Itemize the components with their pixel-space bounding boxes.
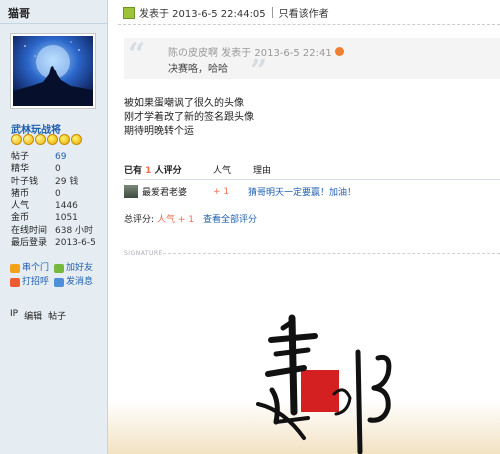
stat-value: 1446 <box>55 201 78 212</box>
signature-divider <box>163 253 500 254</box>
signature-image <box>108 262 500 454</box>
total-value: 人气 + 1 <box>157 215 195 225</box>
quote-text: 决赛咯，哈哈 <box>168 64 228 75</box>
quote-open-icon: “ <box>128 37 146 72</box>
stat-digest: 精华 0 <box>11 163 106 175</box>
post-timestamp: 发表于 2013-6-5 22:44:05 <box>139 9 266 20</box>
ip-link[interactable]: IP <box>10 309 18 322</box>
stat-label: 最后登录 <box>11 238 48 249</box>
moon-icon <box>35 134 46 145</box>
sidebar-divider <box>0 23 108 24</box>
home-icon <box>10 263 20 273</box>
stat-value: 638 小时 <box>55 225 94 236</box>
stat-value: 1051 <box>55 213 78 224</box>
post-line: 期待明晚转个运 <box>124 126 194 137</box>
stat-label: 人气 <box>11 201 30 212</box>
online-status-icon <box>123 6 135 19</box>
stat-gold: 金币 1051 <box>11 212 106 224</box>
add-friend-icon <box>54 263 64 273</box>
rating-col-reason: 理由 <box>253 166 272 176</box>
total-label: 总评分: <box>124 215 155 225</box>
add-friend-label: 加好友 <box>66 263 94 273</box>
avatar[interactable] <box>10 33 96 109</box>
rating-value: + 1 <box>213 186 230 197</box>
rater-name[interactable]: 最爱君老婆 <box>142 185 213 198</box>
stat-leaf-money: 叶子钱 29 钱 <box>11 176 106 188</box>
star-icon <box>59 134 70 145</box>
stat-label: 在线时间 <box>11 225 48 236</box>
stat-label: 帖子 <box>11 152 30 162</box>
post-content: 发表于 2013-6-5 22:44:05 只看该作者 “ ” 陈の皮皮啊 发表… <box>108 0 500 454</box>
user-stats: 帖子 69 精华 0 叶子钱 29 钱 猪币 0 人气 1446 金币 1051… <box>11 151 106 249</box>
stat-value[interactable]: 69 <box>55 151 66 163</box>
posts-link[interactable]: 帖子 <box>48 309 66 322</box>
admin-links: IP 编辑 帖子 <box>10 309 66 322</box>
stat-value: 29 钱 <box>55 176 79 187</box>
post-header: 发表于 2013-6-5 22:44:05 只看该作者 <box>123 5 329 20</box>
stat-value: 0 <box>55 164 61 175</box>
post-line: 刚才学着改了新的签名跟头像 <box>124 112 254 123</box>
quote-block: “ ” 陈の皮皮啊 发表于 2013-6-5 22:41 决赛咯，哈哈 <box>124 37 500 87</box>
stat-posts: 帖子 69 <box>11 151 106 163</box>
signature-label: SIGNATURE <box>124 250 163 257</box>
stat-label: 精华 <box>11 164 30 175</box>
rating-count: 已有 1 人评分 <box>124 163 213 176</box>
send-message-label: 发消息 <box>66 277 94 287</box>
poke-button[interactable]: 打招呼 <box>10 275 54 289</box>
post-body: 被如果蛋嘲讽了很久的头像 刚才学着改了新的签名跟头像 期待明晚转个运 <box>124 97 254 139</box>
quote-close-icon: ” <box>250 54 268 89</box>
only-author-link[interactable]: 只看该作者 <box>279 5 329 20</box>
header-separator <box>118 24 500 25</box>
moon-icon <box>23 134 34 145</box>
rating-divider <box>124 179 500 180</box>
user-actions: 串个门 加好友 打招呼 发消息 <box>10 261 106 289</box>
stat-value: 2013-6-5 <box>55 238 96 249</box>
stat-last-login: 最后登录 2013-6-5 <box>11 237 106 249</box>
stat-online-time: 在线时间 638 小时 <box>11 225 106 237</box>
stat-label: 金币 <box>11 213 30 224</box>
send-message-button[interactable]: 发消息 <box>54 275 98 289</box>
rating-number: 1 <box>145 166 152 176</box>
rating-total: 总评分: 人气 + 1 查看全部评分 <box>124 212 257 225</box>
rating-row: 最爱君老婆 + 1 猜哥明天一定要赢！加油！ <box>124 185 500 198</box>
add-friend-button[interactable]: 加好友 <box>54 261 98 275</box>
rating-header: 已有 1 人评分 人气 理由 <box>124 163 500 176</box>
user-sidebar: 猫哥 武林玩战将 帖子 69 精华 0 叶子钱 29 钱 猪币 0 人气 144… <box>0 0 108 454</box>
rating-col-popularity: 人气 <box>213 166 232 176</box>
visit-label: 串个门 <box>22 263 50 273</box>
view-all-ratings-link[interactable]: 查看全部评分 <box>203 212 257 225</box>
poke-icon <box>10 277 20 287</box>
calligraphy-artwork <box>108 262 500 454</box>
poke-label: 打招呼 <box>22 277 50 287</box>
quote-header: 陈の皮皮啊 发表于 2013-6-5 22:41 <box>168 44 344 59</box>
stat-label: 猪币 <box>11 188 30 199</box>
moon-icon <box>11 134 22 145</box>
rating-reason: 猜哥明天一定要赢！加油！ <box>248 188 357 198</box>
username[interactable]: 猫哥 <box>8 5 30 21</box>
stat-label: 叶子钱 <box>11 176 39 187</box>
star-icon <box>71 134 82 145</box>
stat-popularity: 人气 1446 <box>11 200 106 212</box>
visit-button[interactable]: 串个门 <box>10 261 54 275</box>
avatar-image <box>13 36 93 106</box>
rank-stars <box>11 134 82 146</box>
rating-suffix: 人评分 <box>154 166 182 176</box>
goto-post-icon[interactable] <box>334 47 344 56</box>
post-line: 被如果蛋嘲讽了很久的头像 <box>124 98 244 109</box>
message-icon <box>54 277 64 287</box>
quote-author: 陈の皮皮啊 发表于 2013-6-5 22:41 <box>168 48 332 59</box>
edit-link[interactable]: 编辑 <box>24 309 42 322</box>
stat-pig-coin: 猪币 0 <box>11 188 106 200</box>
header-divider <box>271 7 273 18</box>
rating-prefix: 已有 <box>124 166 143 176</box>
star-icon <box>47 134 58 145</box>
rater-avatar[interactable] <box>124 185 138 198</box>
stat-value: 0 <box>55 188 61 199</box>
